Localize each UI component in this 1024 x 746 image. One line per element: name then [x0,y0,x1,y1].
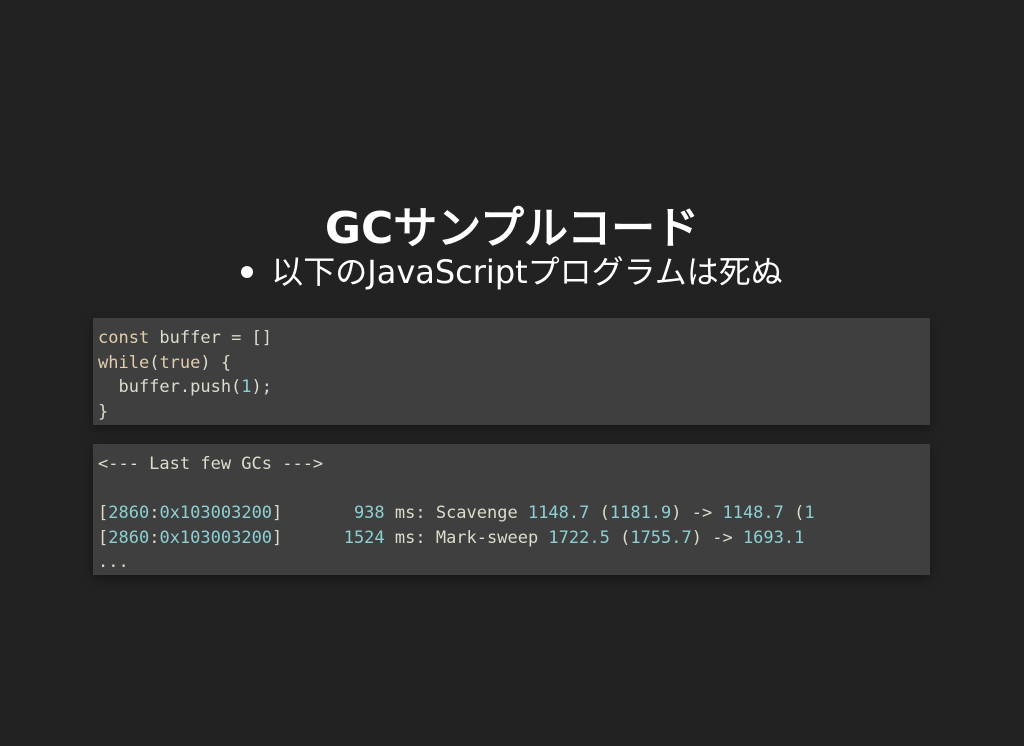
code-token: 1755.7 [630,527,692,548]
code-token: ms: Mark-sweep [384,527,549,548]
code-token: 1722.5 [548,527,610,548]
code-line: while(true) { [98,351,930,376]
code-token: ] [272,527,344,548]
code-token: 1 [241,377,252,397]
code-token: 2860 [108,503,150,523]
code-token: 0x103003200 [159,527,273,548]
code-line: [2860:0x103003200] 1524 ms: Mark-sweep 1… [98,526,930,551]
code-token: ) -> [691,527,743,548]
bullet-text: 以下のJavaScriptプログラムは死ぬ [271,253,783,291]
code-token: 0x103003200 [159,503,273,523]
code-token: [ [98,503,109,523]
code-line: buffer.push(1); [98,375,930,400]
code-line: ... [98,550,930,575]
code-token: ); [251,377,273,397]
code-token: : [149,527,160,548]
code-block-source: const buffer = [] while(true) { buffer.pu… [93,318,930,425]
code-token: } [98,401,109,422]
code-token: ( [149,352,160,373]
code-token: 1524 [343,527,385,548]
code-token: 1 [804,503,815,523]
code-token: 1181.9 [609,503,672,523]
code-token: true [159,352,201,373]
code-block-gc-log: <--- Last few GCs ---> [2860:0x103003200]… [93,444,930,575]
bullet-dot-icon [241,266,254,278]
code-token: buffer = [] [149,328,273,348]
code-token: const [98,328,150,348]
code-token: ms: Scavenge [384,503,528,523]
code-line: const buffer = [] [98,326,930,351]
code-token: 1693.1 [742,527,805,548]
code-token: ( [783,503,805,523]
code-token: 938 [353,503,385,523]
code-token: while [98,352,150,373]
code-token: : [149,503,160,523]
code-token: 2860 [108,527,150,548]
code-token: <--- Last few GCs ---> [98,454,324,474]
code-token: ) { [200,352,232,373]
code-line: } [98,400,930,425]
code-token: ] [272,503,354,523]
code-token: ) -> [671,503,723,523]
code-token: 1148.7 [527,503,590,523]
bullet-item: 以下のJavaScriptプログラムは死ぬ [241,250,783,294]
code-token: ... [98,552,129,572]
code-token: buffer.push( [98,377,242,397]
code-token: 1148.7 [722,503,784,523]
bullet-list: 以下のJavaScriptプログラムは死ぬ [0,250,1024,294]
code-token: ( [609,527,631,548]
code-token: [ [98,527,109,548]
code-token: ( [589,503,610,523]
code-line: <--- Last few GCs ---> [98,452,930,477]
code-line: [2860:0x103003200] 938 ms: Scavenge 1148… [98,501,930,526]
